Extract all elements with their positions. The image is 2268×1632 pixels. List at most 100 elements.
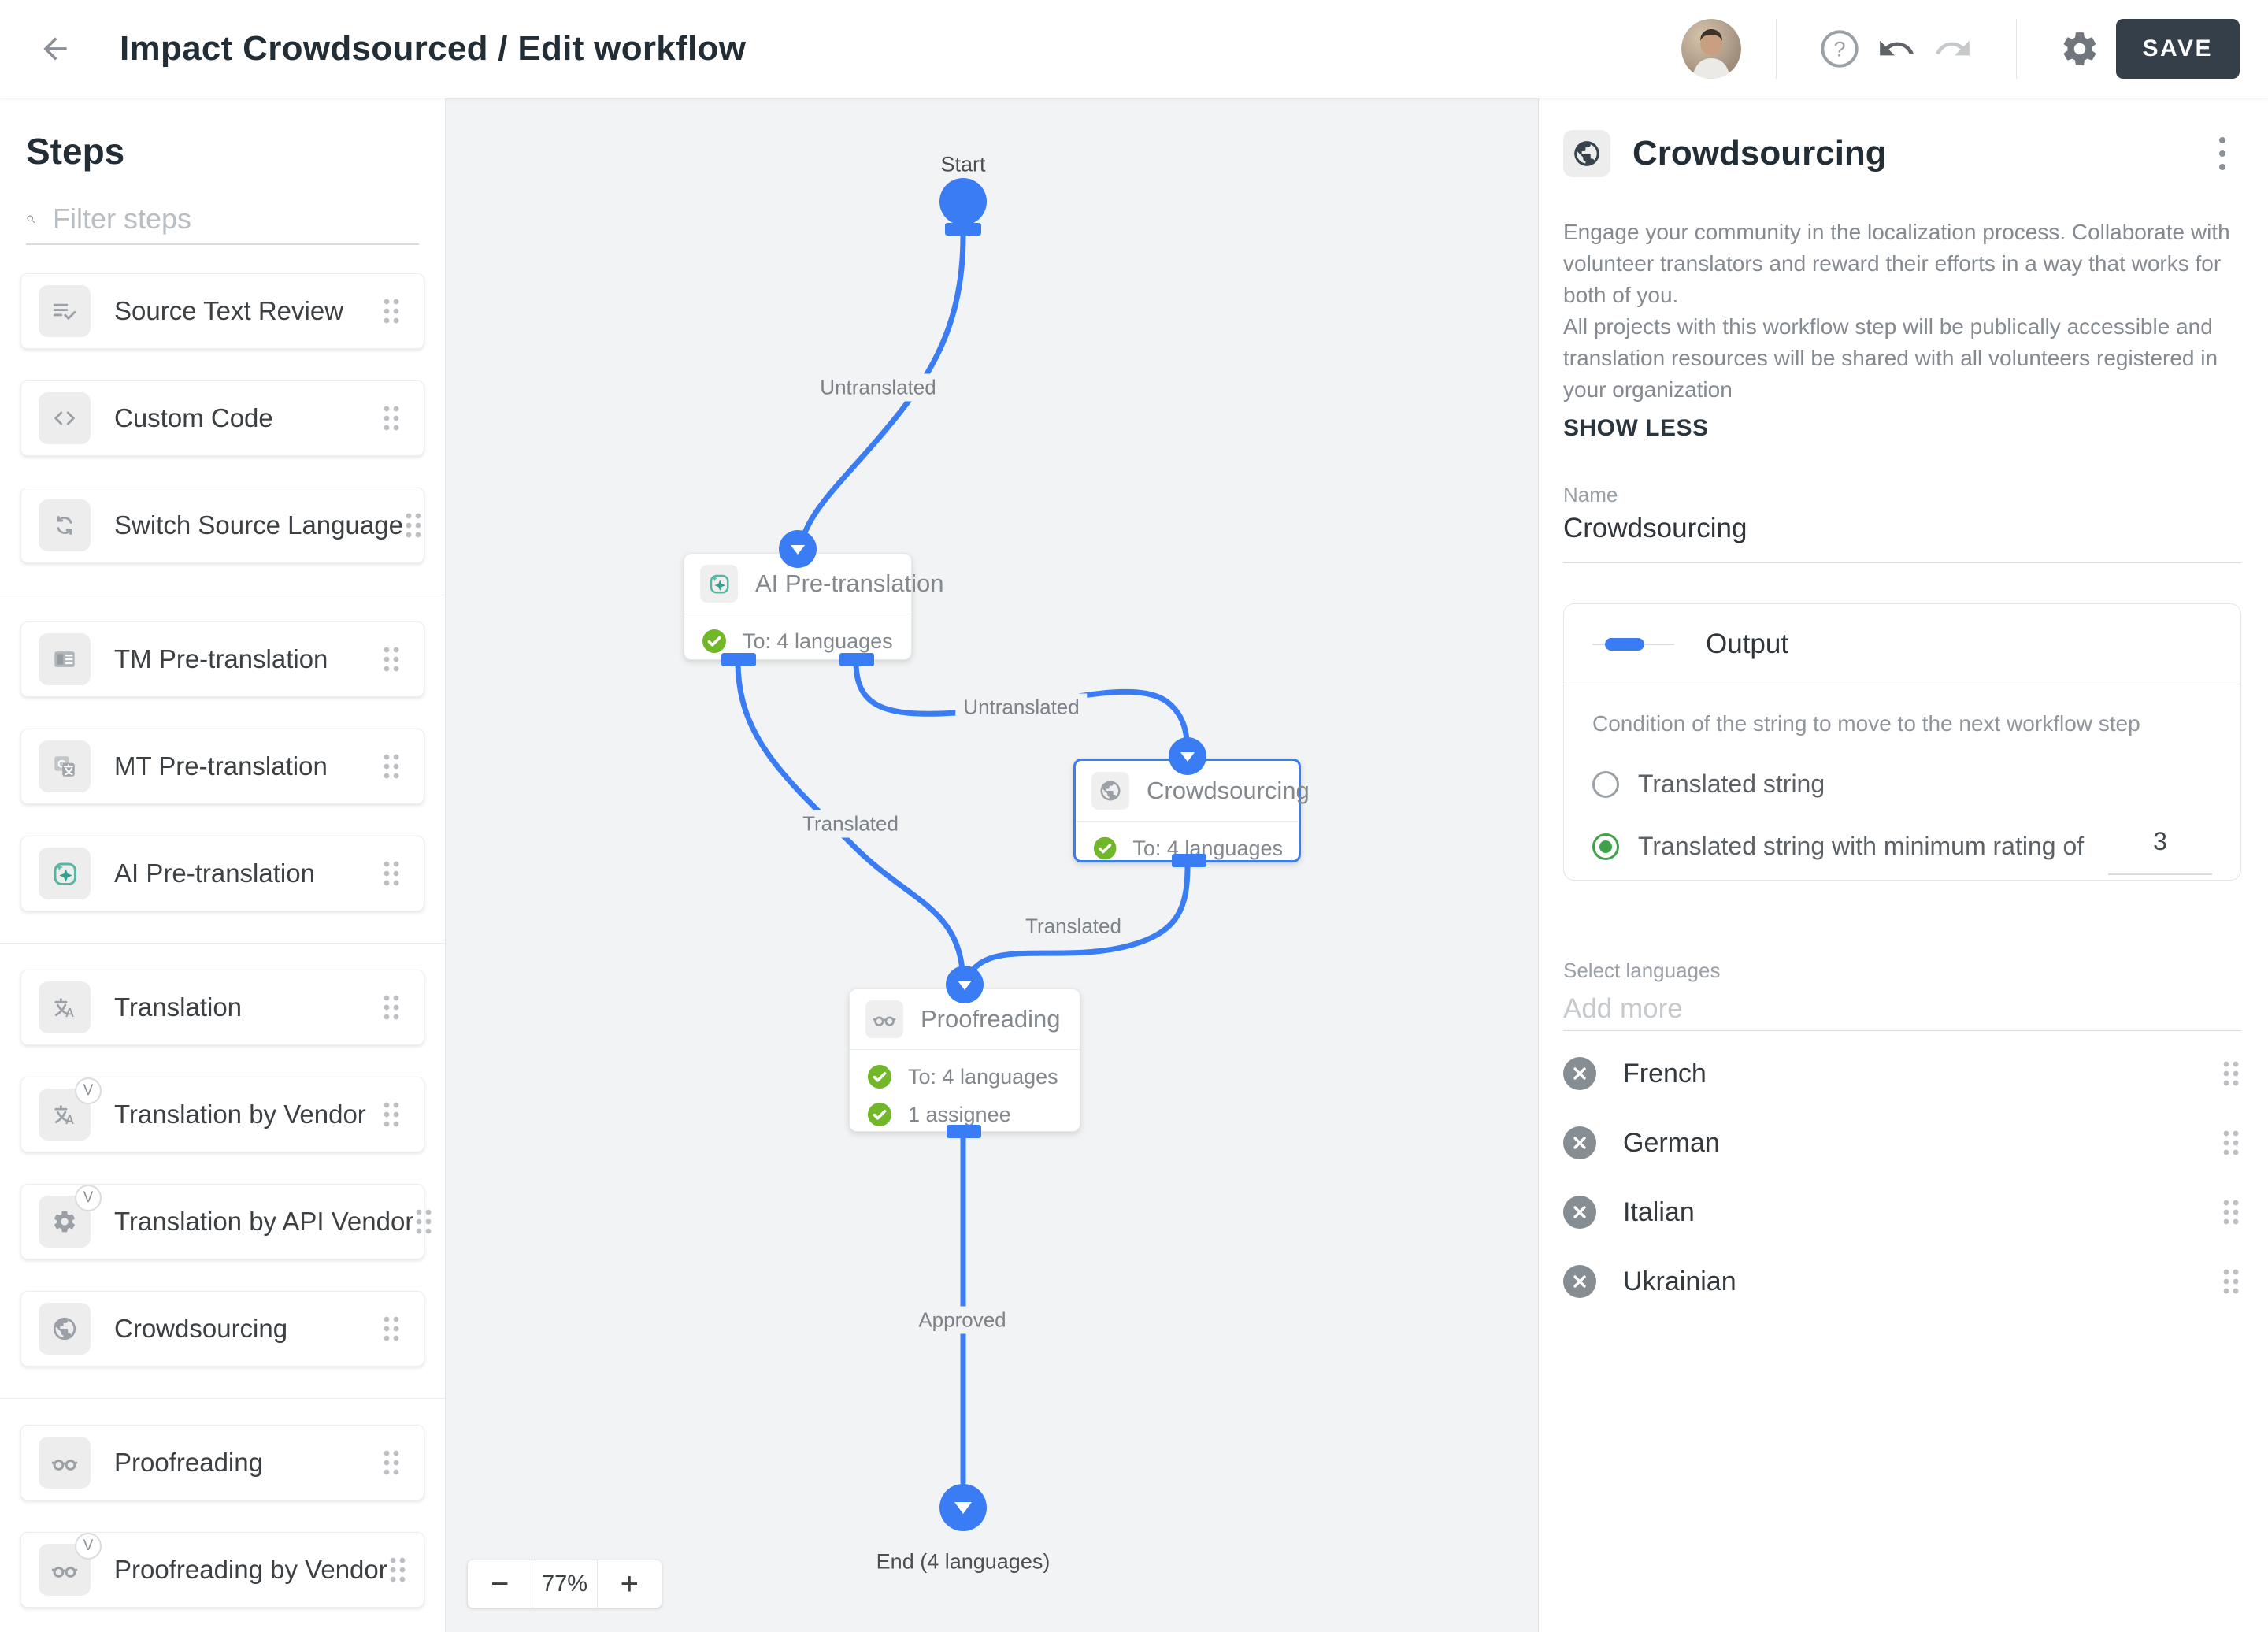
output-tab-translated[interactable] bbox=[721, 653, 756, 666]
node-proofreading[interactable]: Proofreading To: 4 languages 1 assignee bbox=[849, 966, 1080, 1138]
more-options-button[interactable] bbox=[2203, 130, 2241, 177]
step-translation-by-api-vendor[interactable]: V Translation by API Vendor bbox=[20, 1184, 432, 1259]
remove-language-button[interactable] bbox=[1563, 1265, 1596, 1298]
settings-button[interactable] bbox=[2051, 20, 2108, 77]
help-button[interactable]: ? bbox=[1811, 20, 1868, 77]
name-input[interactable]: Crowdsourcing bbox=[1563, 513, 2241, 544]
node-crowdsourcing[interactable]: Crowdsourcing To: 4 languages bbox=[1073, 737, 1310, 867]
drag-handle-icon[interactable] bbox=[381, 297, 402, 325]
edge-label-untranslated: Untranslated bbox=[812, 373, 944, 402]
show-less-link[interactable]: SHOW LESS bbox=[1563, 415, 2241, 442]
remove-language-button[interactable] bbox=[1563, 1196, 1596, 1229]
remove-language-button[interactable] bbox=[1563, 1126, 1596, 1159]
step-proofreading-by-vendor[interactable]: V Proofreading by Vendor bbox=[20, 1532, 424, 1608]
drag-handle-icon[interactable] bbox=[381, 1315, 402, 1343]
check-circle-icon bbox=[868, 1103, 891, 1126]
radio-option-translated-string[interactable]: Translated string bbox=[1592, 770, 2212, 799]
drag-handle-icon[interactable] bbox=[2221, 1267, 2241, 1296]
code-icon bbox=[39, 392, 91, 444]
language-name: French bbox=[1623, 1058, 1707, 1089]
start-label: Start bbox=[940, 152, 986, 176]
zoom-in-button[interactable]: + bbox=[598, 1560, 662, 1608]
workflow-edges bbox=[735, 232, 1191, 1485]
drag-handle-icon[interactable] bbox=[381, 1100, 402, 1129]
drag-handle-icon[interactable] bbox=[381, 645, 402, 673]
input-connector[interactable] bbox=[946, 966, 984, 1003]
node-status-text: To: 4 languages bbox=[908, 1064, 1058, 1089]
node-ai-pre-translation[interactable]: AI Pre-translation To: 4 languages bbox=[684, 530, 944, 666]
filter-steps-field[interactable] bbox=[26, 195, 419, 245]
drag-handle-icon[interactable] bbox=[381, 859, 402, 888]
minimum-rating-input[interactable]: 3 bbox=[2108, 827, 2212, 875]
drag-handle-icon[interactable] bbox=[403, 511, 424, 540]
vendor-badge: V bbox=[75, 1185, 102, 1211]
glasses-icon bbox=[39, 1437, 91, 1489]
output-card-header: Output bbox=[1564, 604, 2240, 684]
check-circle-icon bbox=[702, 629, 726, 653]
check-circle-icon bbox=[1093, 836, 1117, 860]
input-connector[interactable] bbox=[779, 530, 817, 568]
step-label: Custom Code bbox=[114, 403, 273, 432]
undo-button[interactable] bbox=[1868, 20, 1925, 77]
selected-languages-list: French German Italian Ukrainian bbox=[1563, 1039, 2241, 1316]
drag-handle-icon[interactable] bbox=[387, 1556, 408, 1584]
node-status-text: 1 assignee bbox=[908, 1102, 1011, 1126]
output-tab-approved[interactable] bbox=[947, 1125, 981, 1138]
output-tab-translated[interactable] bbox=[1172, 854, 1206, 867]
step-settings-panel: Crowdsourcing Engage your community in t… bbox=[1538, 98, 2268, 1632]
drag-handle-icon[interactable] bbox=[381, 752, 402, 781]
step-label: Proofreading bbox=[114, 1448, 263, 1477]
workflow-canvas[interactable]: Untranslated Untranslated Translated Tra… bbox=[446, 98, 1538, 1632]
step-translation-by-vendor[interactable]: A V Translation by Vendor bbox=[20, 1077, 424, 1152]
drag-handle-icon[interactable] bbox=[2221, 1198, 2241, 1226]
step-mt-pre-translation[interactable]: G MT Pre-translation bbox=[20, 729, 424, 804]
end-label: End (4 languages) bbox=[876, 1549, 1051, 1574]
edge-label-translated: Translated bbox=[1017, 912, 1129, 940]
close-icon bbox=[1573, 1137, 1586, 1149]
redo-button[interactable] bbox=[1925, 20, 1981, 77]
drag-handle-icon[interactable] bbox=[381, 404, 402, 432]
step-label: Translation by API Vendor bbox=[114, 1207, 414, 1236]
edge-label-untranslated: Untranslated bbox=[955, 693, 1088, 721]
drag-handle-icon[interactable] bbox=[381, 993, 402, 1022]
undo-icon bbox=[1879, 40, 1914, 56]
output-tab-untranslated[interactable] bbox=[839, 653, 874, 666]
panel-title: Crowdsourcing bbox=[1632, 134, 1887, 172]
add-language-input[interactable]: Add more bbox=[1563, 993, 2241, 1025]
step-tm-pre-translation[interactable]: TM Pre-translation bbox=[20, 621, 424, 697]
drag-handle-icon[interactable] bbox=[381, 1448, 402, 1477]
search-icon bbox=[27, 215, 35, 223]
drag-handle-icon[interactable] bbox=[2221, 1129, 2241, 1157]
radio-option-minimum-rating[interactable]: Translated string with minimum rating of… bbox=[1592, 827, 2212, 875]
ai-sparkle-icon bbox=[39, 848, 91, 899]
step-switch-source-language[interactable]: Switch Source Language bbox=[20, 488, 424, 563]
input-connector[interactable] bbox=[1168, 737, 1206, 775]
node-body: To: 4 languages bbox=[1076, 822, 1299, 878]
step-label: Translation by Vendor bbox=[114, 1100, 366, 1129]
step-proofreading[interactable]: Proofreading bbox=[20, 1425, 424, 1500]
radio-unselected-icon[interactable] bbox=[1592, 770, 1619, 798]
remove-language-button[interactable] bbox=[1563, 1057, 1596, 1090]
end-node[interactable] bbox=[939, 1484, 987, 1531]
radio-label: Translated string with minimum rating of bbox=[1638, 832, 2085, 860]
edge-label-translated: Translated bbox=[795, 810, 906, 838]
step-ai-pre-translation[interactable]: AI Pre-translation bbox=[20, 836, 424, 911]
language-name: German bbox=[1623, 1127, 1720, 1158]
steps-heading: Steps bbox=[26, 131, 125, 172]
step-custom-code[interactable]: Custom Code bbox=[20, 380, 424, 456]
drag-handle-icon[interactable] bbox=[2221, 1059, 2241, 1088]
start-node[interactable] bbox=[939, 178, 987, 225]
save-button[interactable]: SAVE bbox=[2115, 19, 2240, 79]
radio-selected-icon[interactable] bbox=[1592, 833, 1619, 860]
step-source-text-review[interactable]: Source Text Review bbox=[20, 273, 424, 349]
step-translation[interactable]: A Translation bbox=[20, 970, 424, 1045]
filter-steps-input[interactable] bbox=[53, 202, 419, 236]
back-button[interactable] bbox=[32, 25, 79, 72]
drag-handle-icon[interactable] bbox=[413, 1207, 434, 1236]
globe-icon bbox=[1563, 130, 1610, 177]
description-paragraph: All projects with this workflow step wil… bbox=[1563, 314, 2218, 402]
step-crowdsourcing[interactable]: Crowdsourcing bbox=[20, 1291, 424, 1367]
zoom-out-button[interactable]: − bbox=[468, 1560, 533, 1608]
avatar[interactable] bbox=[1681, 19, 1741, 79]
redo-icon bbox=[1935, 40, 1970, 56]
